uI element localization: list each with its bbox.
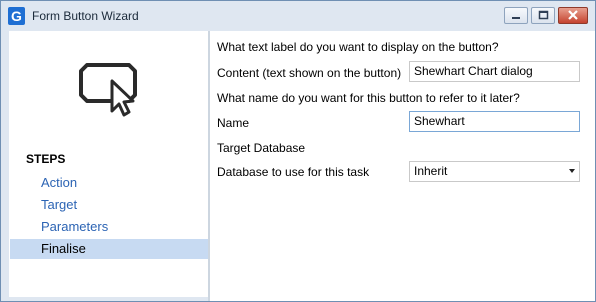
database-label: Database to use for this task [217,165,370,179]
title-bar[interactable]: G Form Button Wizard [1,1,595,31]
label-question: What text label do you want to display o… [217,40,499,54]
window-title: Form Button Wizard [32,9,139,23]
maximize-icon [538,10,549,20]
database-select-value: Inherit [414,164,448,178]
name-question: What name do you want for this button to… [217,91,520,105]
step-action[interactable]: Action [10,173,208,193]
content-field[interactable]: Shewhart Chart dialog [409,61,580,82]
minimize-icon [512,17,520,19]
step-finalise[interactable]: Finalise [10,239,208,259]
form-button-cursor-icon [79,63,137,117]
content-label: Content (text shown on the button) [217,66,402,80]
maximize-button[interactable] [531,7,555,24]
database-select[interactable]: Inherit [409,161,580,182]
step-target[interactable]: Target [10,195,208,215]
dropdown-arrow-icon [569,169,575,173]
target-database-heading: Target Database [217,141,306,155]
minimize-button[interactable] [504,7,528,24]
close-icon [568,10,578,20]
step-parameters[interactable]: Parameters [10,217,208,237]
name-label: Name [217,116,250,130]
app-logo-icon: G [8,7,25,25]
steps-heading: STEPS [26,152,66,166]
steps-sidebar: STEPS Action Target Parameters Finalise [9,31,208,297]
name-field[interactable]: Shewhart [409,111,580,132]
close-button[interactable] [558,7,588,24]
wizard-window: G Form Button Wizard STEPS Action Target [0,0,596,302]
form-panel: What text label do you want to display o… [210,31,595,301]
